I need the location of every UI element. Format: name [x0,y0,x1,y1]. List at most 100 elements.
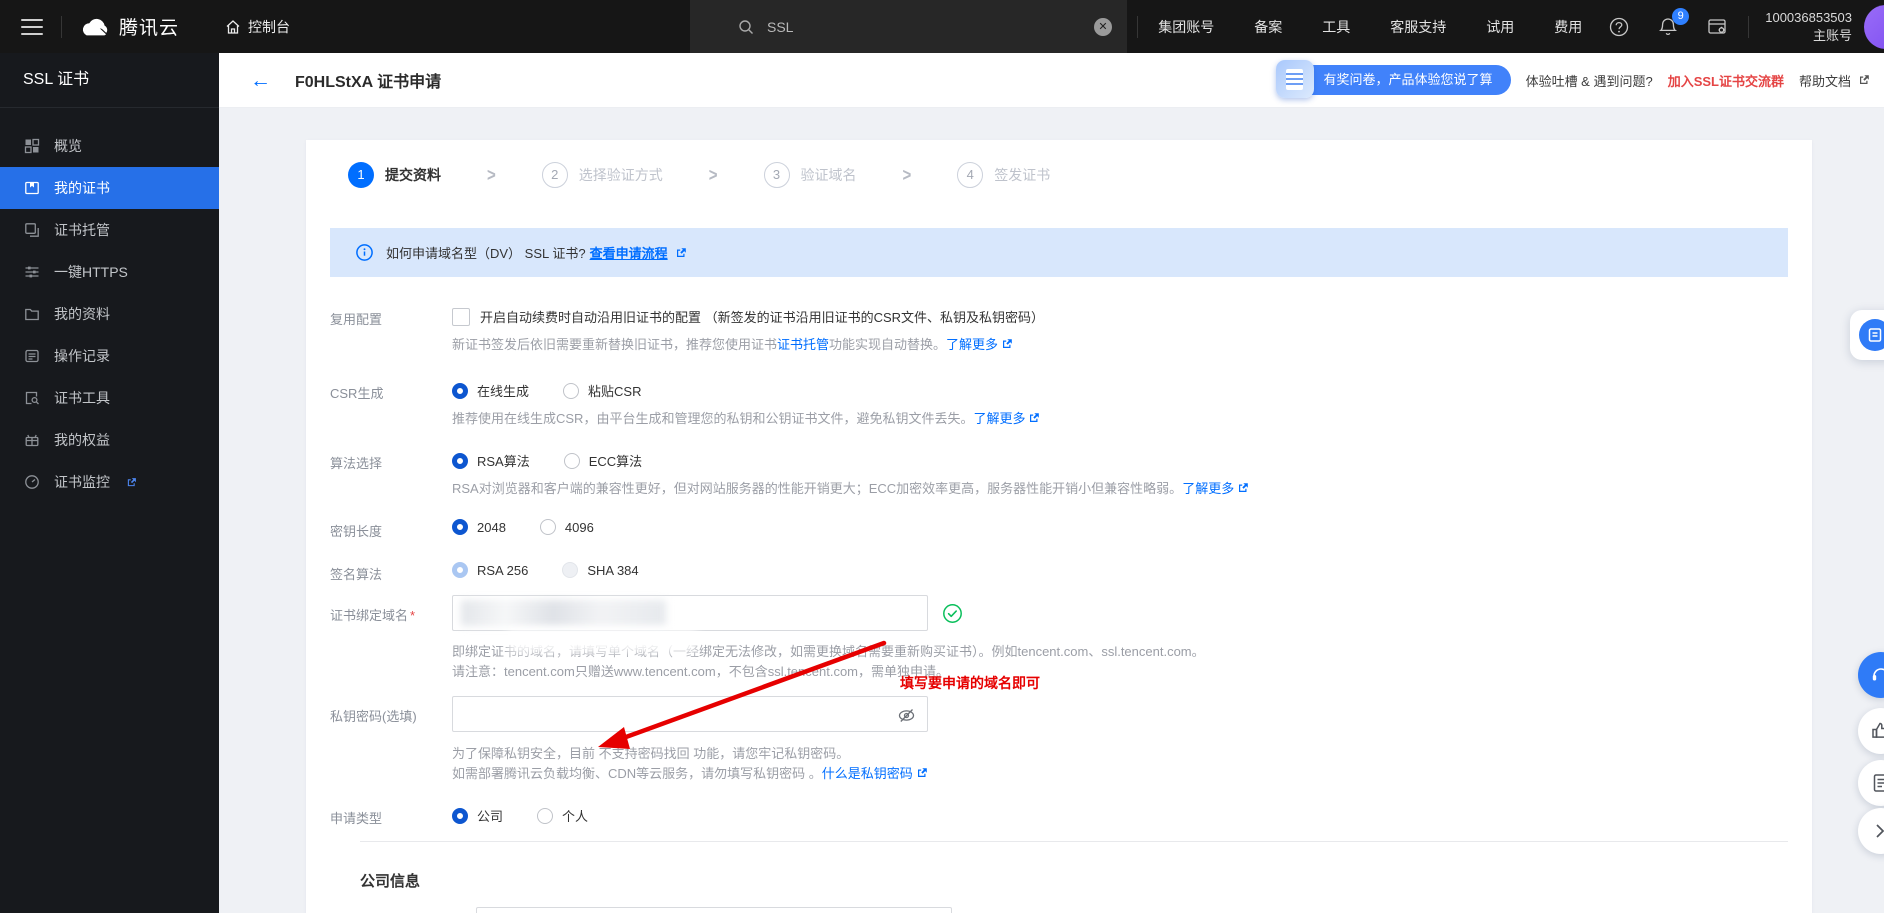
csr-paste-option[interactable]: 粘贴CSR [563,381,641,400]
step-choose-validation: 2 选择验证方式 [541,162,663,188]
collapse-panel-button[interactable] [1858,808,1884,854]
sidebar-item-overview[interactable]: 概览 [0,125,219,167]
step-verify-domain: 3 验证域名 [763,162,857,188]
workorder-icon[interactable] [1608,16,1630,38]
password-input[interactable] [452,696,928,732]
option-label: SHA 384 [587,562,639,578]
reuse-checkbox[interactable] [452,307,470,326]
sidebar-item-my-profile[interactable]: 我的资料 [0,293,219,335]
company-field-input-field[interactable] [477,908,951,913]
survey-doc-icon [1275,60,1314,98]
sidebar-title: SSL 证书 [0,53,219,108]
info-icon [356,244,373,261]
csr-online-option[interactable]: 在线生成 [452,381,529,400]
docs-float-button[interactable] [1858,760,1884,806]
cert-hosting-link[interactable]: 证书托管 [777,337,829,352]
sidebar-item-my-certificates[interactable]: 我的证书 [0,167,219,209]
domain-input[interactable] [452,595,928,631]
keylen-4096-option[interactable]: 4096 [539,519,594,535]
console-settings-icon[interactable] [1706,16,1728,38]
banner-text: 如何申请域名型（DV） SSL 证书? [386,246,586,261]
apply-type-personal-option[interactable]: 个人 [537,806,588,825]
eye-hidden-icon[interactable] [897,706,916,725]
step-label: 提交资料 [385,167,441,183]
step-issue-cert: 4 签发证书 [957,162,1050,188]
validation-success-icon [942,603,963,624]
menu-icon[interactable] [21,18,43,35]
feedback-like-button[interactable] [1858,708,1884,754]
back-arrow-button[interactable]: ← [250,70,271,91]
radio-icon[interactable] [537,807,554,824]
survey-float-button[interactable] [1850,310,1884,360]
search-icon [738,19,754,35]
brand-logo[interactable]: 腾讯云 [80,13,179,40]
search-input[interactable]: SSL ✕ [690,0,1127,53]
customer-service-button[interactable] [1858,652,1884,698]
tencent-cloud-console: 腾讯云 控制台 SSL ✕ 集团账号 备案 工具 客服支持 试用 费用 9 10… [0,0,1884,913]
company-field-input[interactable] [476,907,952,913]
step-indicator: 1 提交资料 > 2 选择验证方式 > 3 验证域名 > 4 签发证书 [306,140,1812,206]
helper-text: 新证书签发后依旧需要重新替换旧证书，推荐您使用证书 [452,337,778,352]
sign-sha384-option[interactable]: SHA 384 [562,562,639,578]
sidebar-item-label: 我的权益 [54,432,110,448]
nav-support[interactable]: 客服支持 [1390,17,1446,37]
what-is-private-key-password-link[interactable]: 什么是私钥密码 [822,766,913,781]
sign-rsa256-option[interactable]: RSA 256 [452,562,528,578]
survey-float-icon [1859,319,1884,351]
nav-billing[interactable]: 费用 [1554,17,1582,37]
search-clear-icon[interactable]: ✕ [1094,17,1112,36]
step-number: 3 [763,162,790,188]
sidebar-item-cert-monitor[interactable]: 证书监控 [0,461,219,503]
radio-disabled-icon [562,562,579,578]
radio-icon[interactable] [563,452,580,469]
console-label: 控制台 [248,18,291,35]
join-group-link[interactable]: 加入SSL证书交流群 [1668,71,1784,90]
radio-selected-icon[interactable] [452,519,468,535]
topbar-right: 集团账号 备案 工具 客服支持 试用 费用 9 100036853503 主账号 [1135,0,1884,53]
divider [61,15,62,38]
sidebar-item-my-benefits[interactable]: 我的权益 [0,419,219,461]
step-label: 选择验证方式 [578,167,663,183]
learn-more-link[interactable]: 了解更多 [1182,481,1234,496]
option-label: 公司 [477,809,504,824]
home-icon [225,19,241,35]
algo-ecc-option[interactable]: ECC算法 [563,451,643,470]
account-info[interactable]: 100036853503 主账号 [1765,9,1852,44]
helper-text: 请注意：tencent.com只赠送www.tencent.com，不包含ssl… [452,664,950,679]
helper-text: 推荐使用在线生成CSR，由平台生成和管理您的私钥和公钥证书文件，避免私钥文件丢失… [452,411,974,426]
sidebar-item-one-click-https[interactable]: 一键HTTPS [0,251,219,293]
chevron-right-icon: > [487,164,496,186]
password-input-field[interactable] [453,697,927,731]
survey-button[interactable]: 有奖问卷，产品体验您说了算 [1275,60,1511,98]
sidebar-item-cert-hosting[interactable]: 证书托管 [0,209,219,251]
apply-type-company-option[interactable]: 公司 [452,806,503,825]
nav-group-account[interactable]: 集团账号 [1158,17,1214,37]
radio-icon[interactable] [563,382,580,399]
radio-selected-icon[interactable] [452,452,468,469]
sidebar-item-operation-log[interactable]: 操作记录 [0,335,219,377]
step-label: 签发证书 [994,167,1051,183]
learn-more-link[interactable]: 了解更多 [973,411,1025,426]
console-link[interactable]: 控制台 [225,17,290,37]
nav-tools[interactable]: 工具 [1322,17,1350,37]
csr-helper: 推荐使用在线生成CSR，由平台生成和管理您的私钥和公钥证书文件，避免私钥文件丢失… [452,409,1788,429]
radio-selected-icon[interactable] [452,807,468,824]
overview-grid-icon [24,138,40,154]
avatar[interactable] [1864,4,1884,49]
algo-rsa-option[interactable]: RSA算法 [452,451,530,470]
radio-selected-icon[interactable] [452,382,468,399]
nav-trial[interactable]: 试用 [1486,17,1514,37]
option-label: ECC算法 [588,454,643,469]
banner-view-process-link[interactable]: 查看申请流程 [590,243,687,262]
sidebar-item-label: 我的证书 [54,180,110,196]
keylen-2048-option[interactable]: 2048 [452,519,506,535]
radio-icon[interactable] [539,519,556,535]
learn-more-link[interactable]: 了解更多 [946,337,998,352]
external-link-icon [1858,74,1870,86]
notification-bell-icon[interactable]: 9 [1657,7,1690,38]
help-doc-link[interactable]: 帮助文档 [1799,71,1870,90]
topbar-icons: 9 [1608,7,1728,38]
sidebar-item-cert-tools[interactable]: 证书工具 [0,377,219,419]
domain-label-text: 证书绑定域名 [330,608,409,623]
nav-icp[interactable]: 备案 [1254,17,1282,37]
